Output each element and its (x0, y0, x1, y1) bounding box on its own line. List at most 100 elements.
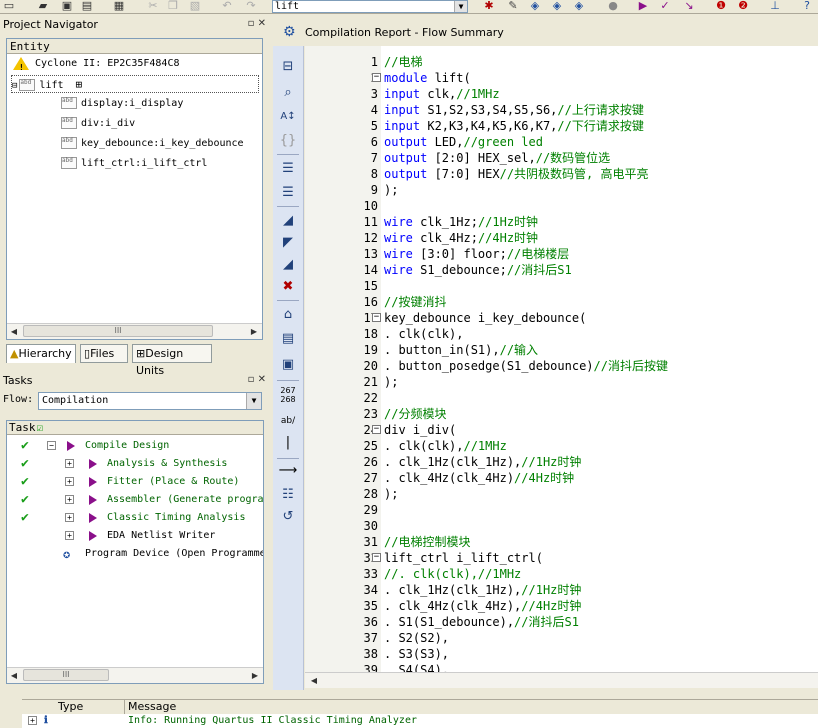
task-row[interactable]: ✔ + Classic Timing Analysis (7, 509, 263, 527)
cut-icon[interactable]: ✂ (146, 0, 160, 12)
run-icon[interactable] (89, 477, 97, 487)
scroll-right-icon[interactable]: ▶ (247, 325, 261, 339)
bookmark-icon[interactable]: ◢ (278, 212, 298, 230)
redo-icon[interactable]: ↷ (244, 0, 258, 12)
scroll-left-icon[interactable]: ◀ (307, 674, 321, 688)
new-file-icon[interactable]: ▭ (2, 0, 16, 12)
entity-column-header[interactable]: Entity (7, 39, 262, 54)
tree-row-device[interactable]: Cyclone II: EP2C35F484C8 (13, 55, 180, 77)
run-icon[interactable] (89, 513, 97, 523)
code-line[interactable]: 14 wire S1_debounce;//消抖后S1 (305, 262, 818, 278)
code-line[interactable]: 32− lift_ctrl i_lift_ctrl( (305, 550, 818, 566)
scroll-thumb[interactable]: III (23, 669, 109, 681)
code-line[interactable]: 4 input S1,S2,S3,S4,S5,S6,//上行请求按键 (305, 102, 818, 118)
task-row[interactable]: ✪ Program Device (Open Programme (7, 545, 263, 563)
wrap-icon[interactable]: ↺ (278, 508, 298, 526)
code-line[interactable]: 20 . button_posedge(S1_debounce)//消抖后按键 (305, 358, 818, 374)
expand-icon[interactable]: + (65, 495, 74, 504)
programmer-icon[interactable]: ✪ (63, 545, 70, 563)
panel-controls[interactable]: ▫ ✕ (248, 374, 266, 385)
tree-row-instance[interactable]: abd div:i_div (61, 115, 135, 133)
code-line[interactable]: 26 . clk_1Hz(clk_1Hz),//1Hz时钟 (305, 454, 818, 470)
comment-icon[interactable]: ▤ (278, 330, 298, 348)
goto-line-icon[interactable]: 267 268 (278, 386, 298, 404)
horizontal-scrollbar[interactable]: ◀ III ▶ (7, 323, 262, 339)
signaltap-icon[interactable]: ❷ (736, 0, 750, 12)
task-column-header[interactable]: Task☑ (7, 421, 263, 435)
fold-icon[interactable]: − (372, 73, 381, 82)
code-line[interactable]: 9); (305, 182, 818, 198)
arrow-right-icon[interactable]: ⟶ (278, 462, 298, 480)
next-bookmark-icon[interactable]: ◤ (278, 234, 298, 252)
fold-icon[interactable]: − (372, 425, 381, 434)
chevron-down-icon[interactable]: ▼ (246, 393, 261, 409)
compiler-tool-icon[interactable]: ✱ (482, 0, 496, 12)
code-line[interactable]: 29 (305, 502, 818, 518)
horizontal-scrollbar[interactable]: ◀ III ▶ (7, 667, 263, 683)
code-line[interactable]: 35 . clk_4Hz(clk_4Hz),//4Hz时钟 (305, 598, 818, 614)
attach-icon[interactable]: ⌂ (278, 306, 298, 324)
expand-icon[interactable]: + (65, 531, 74, 540)
code-line[interactable]: 3 input clk,//1MHz (305, 86, 818, 102)
code-line[interactable]: 7 output [2:0] HEX_sel,//数码管位选 (305, 150, 818, 166)
run-icon[interactable] (67, 441, 75, 451)
fold-icon[interactable]: − (372, 313, 381, 322)
indent-icon[interactable]: ☰ (278, 160, 298, 178)
task-row[interactable]: ✔ + Analysis & Synthesis (7, 455, 263, 473)
code-line[interactable]: 11 wire clk_1Hz;//1Hz时钟 (305, 214, 818, 230)
help-icon[interactable]: ? (800, 0, 814, 12)
insert-template-icon[interactable]: ⊟ (278, 58, 298, 76)
outdent-icon[interactable]: ☰ (278, 184, 298, 202)
run-icon[interactable] (89, 495, 97, 505)
message-column-header[interactable]: Message (128, 700, 176, 714)
tree-row-top-entity[interactable]: ⊟ abd lift ⊞ (11, 75, 259, 93)
stop-icon[interactable]: ● (606, 0, 620, 12)
code-line[interactable]: 33 //. clk(clk),//1MHz (305, 566, 818, 582)
programmer-icon[interactable]: ❶ (714, 0, 728, 12)
assignment-editor-icon[interactable]: ◈ (528, 0, 542, 12)
pin-planner-icon[interactable]: ✎ (506, 0, 520, 12)
code-line[interactable]: 27 . clk_4Hz(clk_4Hz)//4Hz时钟 (305, 470, 818, 486)
code-line[interactable]: 1 //电梯 (305, 54, 818, 70)
panel-controls[interactable]: ▫ ✕ (248, 18, 266, 29)
brackets-icon[interactable]: {} (278, 132, 298, 150)
tab-hierarchy[interactable]: ▲Hierarchy (6, 344, 76, 363)
uncomment-icon[interactable]: ▣ (278, 356, 298, 374)
run-icon[interactable] (89, 459, 97, 469)
report-tab[interactable]: ⚙ Compilation Report - Flow Summary (273, 22, 818, 44)
scroll-right-icon[interactable]: ▶ (248, 669, 262, 683)
copy-icon[interactable]: ❐ (166, 0, 180, 12)
code-line[interactable]: 13 wire [3:0] floor;//电梯楼层 (305, 246, 818, 262)
code-line[interactable]: 36 . S1(S1_debounce),//消抖后S1 (305, 614, 818, 630)
tree-row-instance[interactable]: abd display:i_display (61, 95, 183, 113)
type-column-header[interactable]: Type (58, 700, 83, 714)
paste-icon[interactable]: ▧ (188, 0, 202, 12)
analysis-elaboration-icon[interactable]: ✓ (658, 0, 672, 12)
find-icon[interactable]: ⌕ (278, 84, 298, 102)
code-line[interactable]: 8 output [7:0] HEX//共阴极数码管, 高电平亮 (305, 166, 818, 182)
code-line[interactable]: 21); (305, 374, 818, 390)
task-row[interactable]: ✔ + Fitter (Place & Route) (7, 473, 263, 491)
text-case-icon[interactable]: ab/ (278, 412, 298, 430)
run-icon[interactable] (89, 531, 97, 541)
collapse-icon[interactable]: − (47, 441, 56, 450)
code-line[interactable]: 31 //电梯控制模块 (305, 534, 818, 550)
expand-icon[interactable]: + (65, 513, 74, 522)
fold-icon[interactable]: − (372, 553, 381, 562)
tree-row-instance[interactable]: abd key_debounce:i_key_debounce (61, 135, 244, 153)
code-line[interactable]: 28); (305, 486, 818, 502)
message-row[interactable]: + ℹ Info: Running Quartus II Classic Tim… (22, 714, 818, 728)
timing-analysis-icon[interactable]: ↘ (682, 0, 696, 12)
scroll-left-icon[interactable]: ◀ (7, 669, 21, 683)
project-combo[interactable]: lift ▼ (272, 0, 468, 13)
code-line[interactable]: 2−module lift( (305, 70, 818, 86)
find-replace-icon[interactable]: A↕ (278, 108, 298, 126)
code-line[interactable]: 38 . S3(S3), (305, 646, 818, 662)
code-line[interactable]: 5 input K2,K3,K4,K5,K6,K7,//下行请求按键 (305, 118, 818, 134)
open-folder-icon[interactable]: ▰ (36, 0, 50, 12)
code-line[interactable]: 39 . S4(S4), (305, 662, 818, 672)
task-row[interactable]: ✔ + Assembler (Generate progra (7, 491, 263, 509)
previous-bookmark-icon[interactable]: ◢ (278, 256, 298, 274)
expand-icon[interactable]: + (65, 477, 74, 486)
code-line[interactable]: 15 (305, 278, 818, 294)
